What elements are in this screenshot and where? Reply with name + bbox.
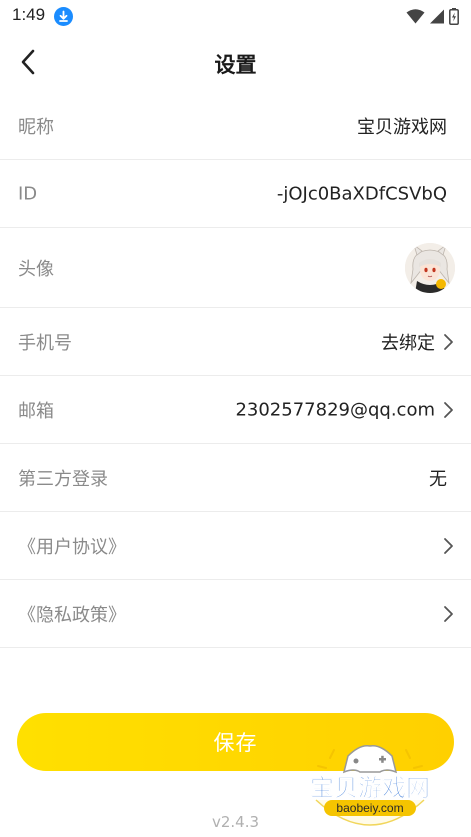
avatar[interactable] — [405, 242, 455, 293]
nickname-label: 昵称 — [18, 116, 54, 138]
save-button-label: 保存 — [213, 731, 258, 755]
privacy-policy-row[interactable]: 《隐私政策》 — [0, 580, 471, 648]
nickname-row[interactable]: 昵称 宝贝游戏网 — [0, 92, 471, 160]
id-row: ID -jOJc0BaXDfCSVbQ — [0, 160, 471, 228]
watermark-logo: 宝贝游戏网 baobeiy.com — [290, 738, 450, 834]
phone-row[interactable]: 手机号 去绑定 — [0, 308, 471, 376]
phone-bind-link: 去绑定 — [381, 332, 435, 354]
download-icon — [54, 7, 73, 26]
status-bar: 1:49 — [0, 0, 471, 32]
email-row[interactable]: 邮箱 2302577829@qq.com — [0, 376, 471, 444]
status-icons — [406, 7, 459, 25]
watermark-title: 宝贝游戏网 — [310, 774, 430, 802]
id-label: ID — [18, 183, 38, 204]
third-party-login-value: 无 — [429, 468, 447, 490]
chevron-right-icon — [444, 401, 453, 418]
privacy-policy-label: 《隐私政策》 — [18, 604, 126, 626]
watermark-url: baobeiy.com — [336, 801, 403, 815]
chevron-right-icon — [444, 537, 453, 554]
id-value: -jOJc0BaXDfCSVbQ — [276, 183, 447, 204]
settings-list: 昵称 宝贝游戏网 ID -jOJc0BaXDfCSVbQ 头像 手机号 去绑定 … — [0, 92, 471, 648]
email-label: 邮箱 — [18, 400, 54, 422]
avatar-row[interactable]: 头像 — [0, 228, 471, 308]
chevron-right-icon — [444, 333, 453, 350]
nav-bar: 设置 — [0, 32, 471, 92]
page-title: 设置 — [214, 53, 257, 77]
chevron-right-icon — [444, 605, 453, 622]
third-party-login-row[interactable]: 第三方登录 无 — [0, 444, 471, 512]
avatar-label: 头像 — [18, 258, 54, 280]
signal-icon — [430, 9, 444, 23]
phone-label: 手机号 — [18, 332, 72, 354]
third-party-login-label: 第三方登录 — [18, 468, 108, 490]
nickname-value: 宝贝游戏网 — [357, 116, 447, 138]
wifi-icon — [406, 8, 425, 23]
user-agreement-row[interactable]: 《用户协议》 — [0, 512, 471, 580]
email-value: 2302577829@qq.com — [235, 399, 435, 420]
battery-icon — [449, 7, 459, 25]
user-agreement-label: 《用户协议》 — [18, 536, 126, 558]
status-time: 1:49 — [12, 5, 46, 24]
